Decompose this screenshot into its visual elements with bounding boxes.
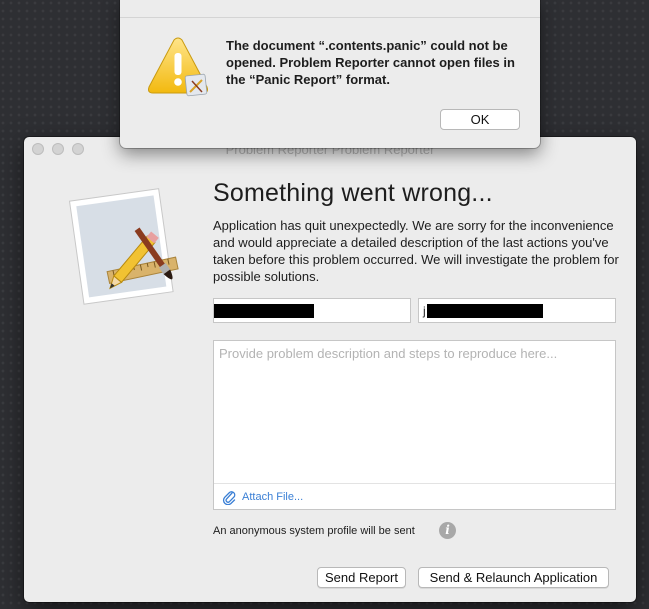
- error-alert-dialog: The document “.contents.panic” could not…: [120, 0, 540, 148]
- problem-description-placeholder: Provide problem description and steps to…: [219, 346, 558, 361]
- name-field[interactable]: [213, 298, 411, 323]
- app-icon: [68, 188, 179, 305]
- redaction-bar: [214, 304, 314, 318]
- paperclip-icon: [222, 491, 236, 505]
- attach-bar: Attach File...: [214, 483, 615, 509]
- send-relaunch-button[interactable]: Send & Relaunch Application: [418, 567, 609, 588]
- attach-file-link[interactable]: Attach File...: [242, 491, 303, 503]
- email-field-prefix: j: [423, 304, 426, 318]
- redaction-bar: [427, 304, 543, 318]
- alert-top-edge: [120, 0, 540, 18]
- problem-description-textarea[interactable]: Provide problem description and steps to…: [213, 340, 616, 510]
- headline: Something went wrong...: [213, 179, 493, 207]
- crash-description-text: Application has quit unexpectedly. We ar…: [213, 218, 619, 284]
- ok-button[interactable]: OK: [440, 109, 520, 130]
- email-field[interactable]: j: [418, 298, 616, 323]
- anonymous-profile-note: An anonymous system profile will be sent: [213, 525, 415, 537]
- send-report-button[interactable]: Send Report: [317, 567, 406, 588]
- info-icon[interactable]: i: [439, 522, 456, 539]
- alert-message: The document “.contents.panic” could not…: [226, 38, 515, 87]
- warning-triangle-icon: [148, 37, 208, 97]
- problem-reporter-window: Problem Reporter Problem Reporter Someth…: [24, 137, 636, 602]
